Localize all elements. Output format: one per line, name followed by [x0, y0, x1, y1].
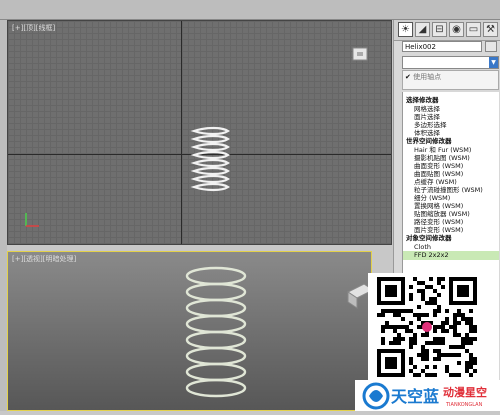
window-left-edge	[0, 20, 7, 411]
chevron-down-icon[interactable]: ▼	[489, 57, 498, 68]
modifier-list-item[interactable]: FFD 2x2x2	[403, 251, 499, 260]
watermark-logo: 天空蓝 动漫星空 TIANKONGLAN	[355, 380, 500, 411]
watermark-logo-image: 天空蓝 动漫星空 TIANKONGLAN	[362, 382, 487, 410]
display-icon[interactable]: ▭	[466, 22, 481, 37]
utilities-icon[interactable]: ⚒	[483, 22, 498, 37]
object-name-field[interactable]: Helix002	[402, 41, 482, 52]
motion-icon[interactable]: ◉	[449, 22, 464, 37]
modifier-stack: ✔ 使用轴点	[402, 70, 499, 90]
modifier-group-heading[interactable]: 对象空间修改器	[406, 234, 452, 243]
tiankonglan-logo-icon	[362, 382, 390, 410]
logo-text: 天空蓝	[391, 387, 439, 406]
window-title-strip	[0, 0, 500, 20]
qr-code-image	[368, 273, 486, 381]
top-viewport-canvas	[25, 47, 368, 227]
hierarchy-icon[interactable]: ⊟	[432, 22, 447, 37]
checkmark-icon: ✔	[405, 73, 411, 81]
qr-code-pattern	[377, 277, 477, 377]
modifier-group-heading[interactable]: 选择修改器	[406, 96, 439, 105]
top-viewport[interactable]: [+][顶][线框]	[7, 20, 392, 245]
modify-icon[interactable]: ◢	[415, 22, 430, 37]
view-axis-tripod	[25, 213, 39, 227]
stack-item[interactable]: ✔ 使用轴点	[405, 72, 441, 82]
perspective-canvas	[185, 266, 373, 398]
object-color-swatch[interactable]	[485, 41, 497, 52]
modifier-list-dropdown[interactable]: ▼	[402, 56, 499, 69]
stack-item-label: 使用轴点	[413, 73, 442, 81]
sun-icon[interactable]: ☀	[398, 22, 413, 37]
helix-top-view	[190, 126, 230, 192]
brand-text: 动漫星空	[443, 385, 487, 399]
brand-subtext: TIANKONGLAN	[445, 402, 483, 408]
helix-perspective	[185, 266, 247, 398]
modifier-group-heading[interactable]: 世界空间修改器	[406, 137, 452, 146]
viewcube-icon[interactable]	[352, 47, 368, 61]
perspective-viewport[interactable]: [+][透视][明暗处理]	[7, 251, 373, 411]
